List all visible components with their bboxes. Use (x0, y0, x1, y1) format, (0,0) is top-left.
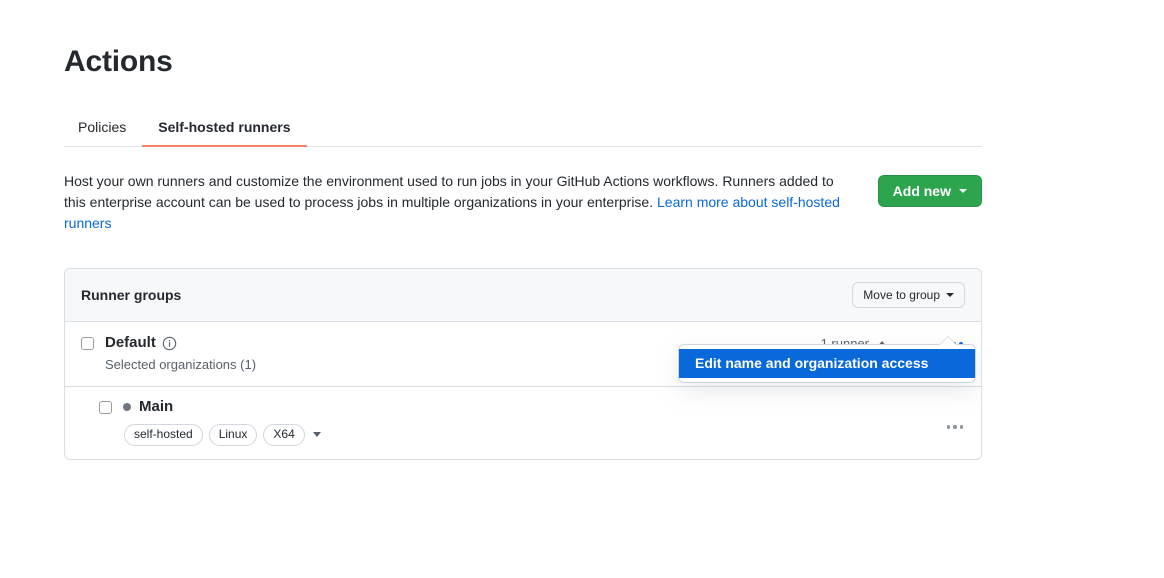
group-checkbox[interactable] (81, 337, 94, 350)
description-row: Host your own runners and customize the … (64, 171, 982, 234)
caret-down-icon (946, 293, 954, 297)
info-icon[interactable] (162, 336, 177, 351)
runner-kebab-menu-button[interactable] (945, 421, 966, 433)
status-dot-icon (123, 403, 131, 411)
page-title: Actions (64, 0, 982, 80)
runner-name-line: Main (123, 398, 965, 417)
menu-item-edit-name-and-organization-access[interactable]: Edit name and organization access (679, 349, 975, 378)
add-new-label: Add new (893, 183, 951, 199)
runner-groups-card-header: Runner groups Move to group (65, 269, 981, 322)
runner-row-actions (945, 416, 966, 434)
runner-label-x64: X64 (263, 424, 304, 447)
description-text: Host your own runners and customize the … (64, 171, 840, 234)
tab-policies[interactable]: Policies (64, 120, 142, 147)
runner-groups-title: Runner groups (81, 287, 181, 303)
runner-group-dropdown-menu: Edit name and organization access (678, 344, 976, 383)
tab-navigation: Policies Self-hosted runners (64, 112, 982, 147)
popover-caret (940, 337, 956, 345)
move-to-group-label: Move to group (863, 288, 940, 302)
tab-self-hosted-runners[interactable]: Self-hosted runners (142, 120, 306, 147)
move-to-group-button[interactable]: Move to group (852, 282, 965, 308)
group-name: Default (105, 334, 156, 353)
runner-group-row-default: Default Selected organizations (1) 1 run… (65, 322, 981, 387)
add-new-button[interactable]: Add new (878, 175, 982, 207)
runner-checkbox[interactable] (99, 401, 112, 414)
runner-groups-card: Runner groups Move to group Default (64, 268, 982, 460)
runner-label-self-hosted: self-hosted (124, 424, 203, 447)
runner-label-linux: Linux (209, 424, 258, 447)
runner-row-main: Main self-hosted Linux X64 (65, 387, 981, 459)
caret-down-icon (959, 189, 967, 193)
actions-settings-page: Actions Policies Self-hosted runners Hos… (64, 0, 982, 460)
caret-down-icon[interactable] (313, 432, 321, 437)
runner-labels: self-hosted Linux X64 (124, 424, 965, 447)
runner-info: Main self-hosted Linux X64 (123, 398, 965, 446)
runner-name: Main (139, 398, 173, 417)
